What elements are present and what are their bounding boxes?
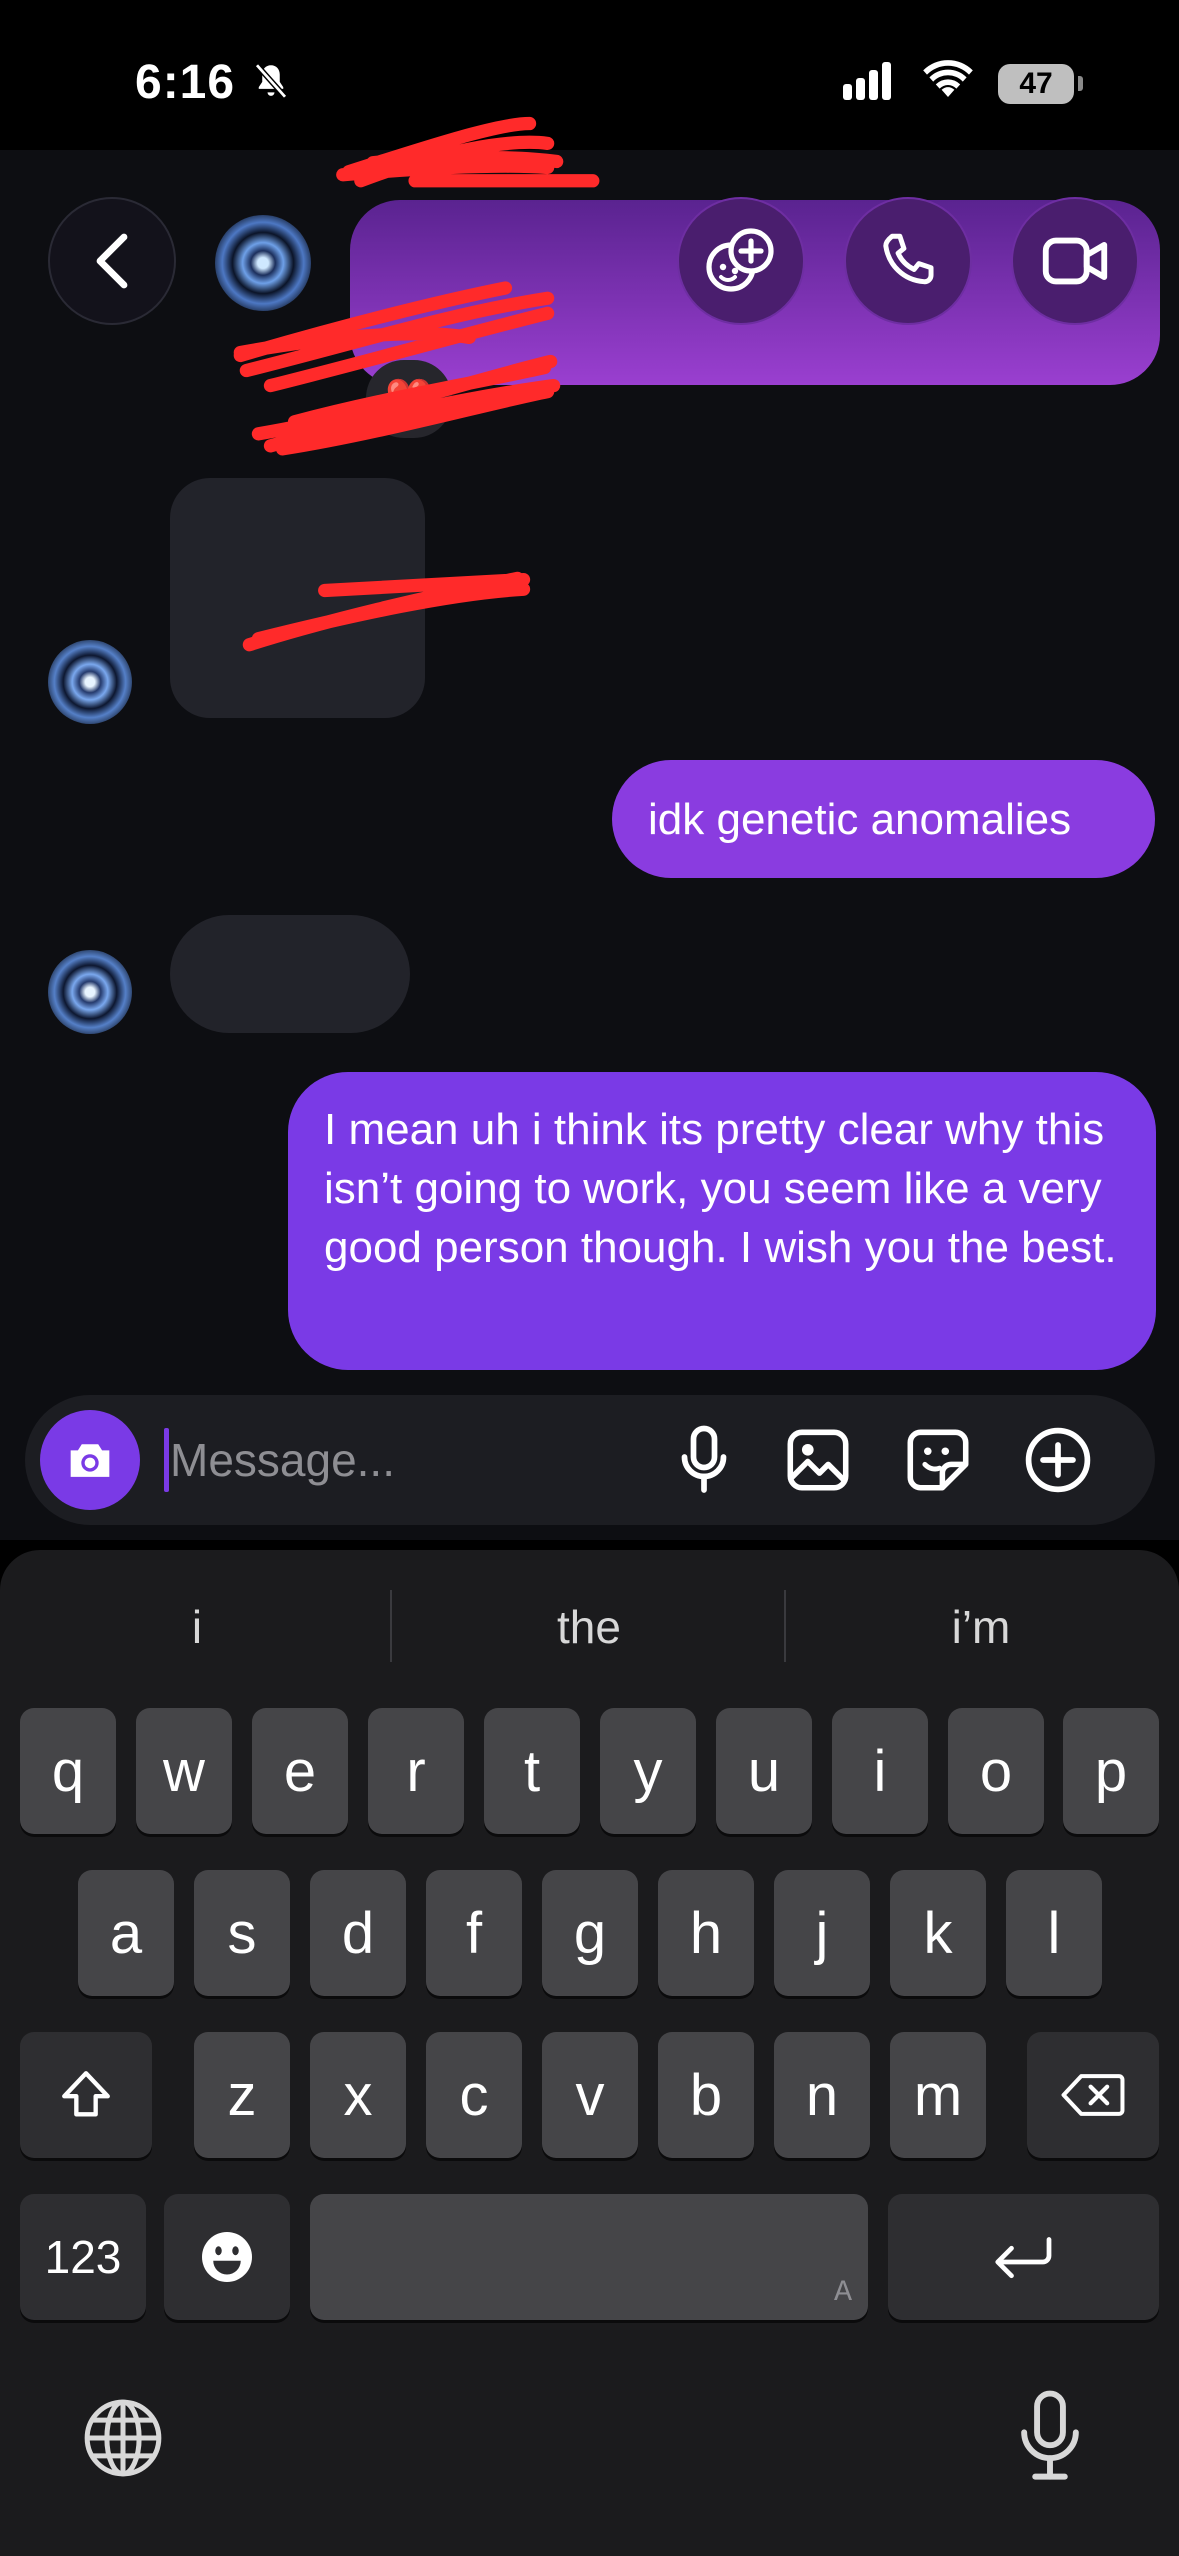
space-key-hint: A [833,2276,852,2310]
video-call-button[interactable] [1011,197,1139,325]
battery-nub [1078,76,1083,91]
key-l[interactable]: l [1006,1870,1102,1996]
shift-key[interactable] [20,2032,152,2158]
sticker-button[interactable] [902,1424,974,1496]
back-button[interactable] [48,197,176,325]
emoji-key[interactable] [164,2194,290,2320]
status-time: 6:16 [135,56,236,109]
sender-avatar[interactable] [48,950,132,1034]
camera-icon [70,1444,110,1477]
key-c[interactable]: c [426,2032,522,2158]
key-u[interactable]: u [716,1708,812,1834]
key-a[interactable]: a [78,1870,174,1996]
key-w[interactable]: w [136,1708,232,1834]
battery-indicator: 47 [998,64,1074,104]
delete-key[interactable] [1027,2032,1159,2158]
key-p[interactable]: p [1063,1708,1159,1834]
key-h[interactable]: h [658,1870,754,1996]
key-t[interactable]: t [484,1708,580,1834]
more-options-button[interactable] [1022,1424,1094,1496]
key-y[interactable]: y [600,1708,696,1834]
key-j[interactable]: j [774,1870,870,1996]
plus-circle-icon [1025,1427,1091,1493]
shift-arrow-icon [62,2071,110,2117]
key-i[interactable]: i [832,1708,928,1834]
video-camera-icon [1042,237,1108,285]
key-s[interactable]: s [194,1870,290,1996]
suggestion-2[interactable]: the [394,1600,784,1660]
sticker-icon [907,1429,969,1491]
sender-avatar[interactable] [48,640,132,724]
key-o[interactable]: o [948,1708,1044,1834]
emoji-face-icon [202,2232,252,2282]
return-key[interactable] [888,2194,1159,2320]
outgoing-message-bubble[interactable]: idk genetic anomalies [612,760,1155,878]
outgoing-message-bubble[interactable]: I mean uh i think its pretty clear why t… [288,1072,1156,1370]
voice-message-button[interactable] [668,1424,740,1496]
phone-icon [883,233,934,285]
signal-icon [843,62,895,100]
key-d[interactable]: d [310,1870,406,1996]
reaction-emoji: ❤️ [385,378,433,420]
gallery-button[interactable] [782,1424,854,1496]
contact-avatar[interactable] [215,215,311,311]
key-x[interactable]: x [310,2032,406,2158]
key-q[interactable]: q [20,1708,116,1834]
incoming-message-bubble[interactable] [170,478,425,718]
key-b[interactable]: b [658,2032,754,2158]
suggestion-divider [390,1590,392,1662]
return-arrow-icon [994,2237,1051,2279]
chevron-left-icon [96,233,128,289]
globe-button[interactable] [80,2395,166,2486]
effects-button[interactable] [677,197,805,325]
reaction-heart[interactable]: ❤️ [366,360,452,438]
camera-button[interactable] [40,1410,140,1510]
message-input[interactable] [170,1425,650,1495]
suggestion-3[interactable]: i’m [786,1600,1176,1660]
space-key[interactable]: A [310,2194,868,2320]
key-m[interactable]: m [890,2032,986,2158]
effects-face-plus-icon [706,228,774,292]
call-button[interactable] [844,197,972,325]
suggestion-1[interactable]: i [2,1600,392,1660]
key-f[interactable]: f [426,1870,522,1996]
key-r[interactable]: r [368,1708,464,1834]
numbers-key[interactable]: 123 [20,2194,146,2320]
text-caret [164,1428,169,1492]
key-g[interactable]: g [542,1870,638,1996]
microphone-icon [1021,2390,1079,2480]
key-k[interactable]: k [890,1870,986,1996]
key-n[interactable]: n [774,2032,870,2158]
incoming-message-bubble[interactable] [170,915,410,1033]
key-e[interactable]: e [252,1708,348,1834]
microphone-icon [681,1425,727,1493]
bell-slash-icon [254,63,288,99]
globe-icon [84,2399,162,2477]
image-icon [787,1429,849,1491]
key-z[interactable]: z [194,2032,290,2158]
dictation-button[interactable] [1012,2388,1088,2489]
wifi-icon [923,60,973,97]
backspace-icon [1061,2074,1125,2116]
key-v[interactable]: v [542,2032,638,2158]
